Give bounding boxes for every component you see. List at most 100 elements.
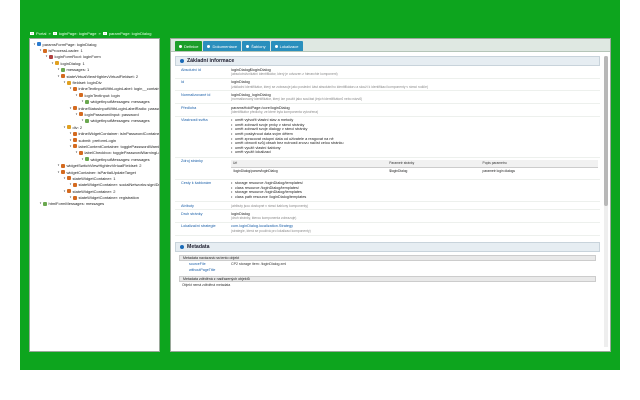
expand-toggle-icon[interactable]: ▾ [75, 112, 78, 116]
tree-node-label: loginFormRoot: loginForm [54, 54, 101, 60]
expand-toggle-icon[interactable]: ▾ [63, 176, 66, 180]
info-row: Id loginDialog (základní identifikátor, kt… [175, 79, 600, 92]
breadcrumb-item[interactable]: paramPage: loginDialog [109, 31, 152, 36]
section-header-basic[interactable]: Základní informace [175, 56, 600, 66]
metadata-key: sourceFile [189, 262, 206, 267]
expand-toggle-icon[interactable]: ▾ [63, 189, 66, 193]
tree-node-label: stateVirtualViewHighlevVirtualFieldset: … [66, 73, 139, 79]
table-header: Popis parametru [480, 160, 598, 168]
tree-node-label: stateWidgetContainer: 2 [72, 188, 116, 194]
tree-node-label: stateWidgetContainer: 1 [72, 175, 116, 181]
component-icon [43, 201, 47, 206]
expand-toggle-icon[interactable]: ▾ [57, 68, 60, 71]
row-behaviour: Vlastnosti světa umět vytvořit vlastní s… [175, 117, 600, 158]
expand-toggle-icon[interactable]: ▾ [81, 119, 84, 122]
expand-toggle-icon[interactable]: ▾ [45, 55, 48, 58]
expand-toggle-icon[interactable]: ▾ [69, 138, 72, 142]
row-label: Druh stránky [181, 211, 203, 216]
expand-toggle-icon[interactable]: ▾ [81, 100, 84, 103]
expand-toggle-icon[interactable]: ▾ [75, 151, 78, 154]
component-icon [61, 74, 65, 79]
tree-node-label: widgetInputMessages: messages [90, 118, 150, 124]
component-icon [79, 93, 83, 98]
collapse-icon[interactable] [180, 244, 184, 249]
tab-bar: Definice Dokumentace Šablony Lokalizace [171, 39, 610, 52]
table-header: Parametr stránky [387, 160, 481, 168]
component-icon [73, 86, 77, 91]
expand-toggle-icon[interactable]: ▾ [75, 93, 78, 97]
scrollbar[interactable] [604, 56, 608, 347]
component-icon [85, 99, 89, 104]
tree-node-label: submit: preformLogin [78, 137, 117, 143]
expand-toggle-icon[interactable]: ▾ [63, 81, 66, 84]
breadcrumb-separator: » [48, 30, 51, 36]
breadcrumb-item[interactable]: Portal [36, 31, 46, 36]
tree-node-label: labelContentContainer: togglePasswordWar… [78, 143, 160, 149]
row-attributes: Atributy (atributy jsou dostupné v rámci… [175, 202, 600, 211]
breadcrumb: Portal» loginPage: loginPage» paramPage: l… [30, 29, 151, 37]
row-label: Lokalizační strategie [181, 224, 216, 229]
expand-toggle-icon[interactable]: ▾ [57, 74, 60, 78]
info-row: Normalizované id loginDialog_loginDialog(… [175, 91, 600, 105]
tree-node-label: fieldset: loginDiv [72, 80, 102, 86]
info-row: Předloha paramsHoldPage:/core/loginDialog… [175, 104, 600, 117]
behaviour-list: umět vytvořit vlastní stav a metodyumět … [229, 117, 600, 157]
tab-dokumentace[interactable]: Dokumentace [203, 41, 242, 51]
component-icon [73, 182, 77, 187]
component-icon [73, 131, 77, 136]
tree-node-label: htmlFormMessages: messages [48, 201, 105, 207]
row-label: Vlastnosti světa [181, 118, 208, 123]
tree-node-label: div: 2 [72, 124, 83, 130]
row-value-cell: loginDialog$loginDialog (absolutní/unikát… [229, 66, 600, 78]
row-hint: (strategie, která se používá pro lokaliz… [231, 228, 311, 233]
tab-definice[interactable]: Definice [175, 41, 203, 51]
row-label: Id [181, 80, 185, 85]
expand-toggle-icon[interactable]: ▾ [39, 49, 42, 52]
component-icon [61, 163, 65, 168]
expand-toggle-icon[interactable]: ▾ [69, 87, 72, 90]
breadcrumb-item[interactable]: loginPage: loginPage [59, 31, 97, 36]
tab-lokalizace[interactable]: Lokalizace [270, 41, 303, 51]
component-icon [55, 61, 59, 66]
row-value-cell: loginDialog_loginDialog (normalizovaný id… [229, 91, 600, 103]
expand-toggle-icon[interactable]: ▾ [81, 157, 84, 161]
expand-toggle-icon[interactable]: ▾ [69, 106, 72, 110]
section-header-metadata[interactable]: Metadata [175, 241, 600, 252]
collapse-icon[interactable] [180, 59, 184, 63]
row-origin: Druh stránky loginDialog (druh stránky, … [175, 210, 600, 223]
tab-label: Šablony [251, 43, 266, 49]
tab-šablony[interactable]: Šablony [242, 41, 270, 51]
tree-node[interactable]: ▾ htmlFormMessages: messages [31, 201, 158, 207]
component-icon [67, 189, 71, 194]
expand-toggle-icon[interactable]: ▾ [57, 170, 60, 174]
component-icon [67, 176, 71, 181]
tree-node-label: inlineWidgetContainer: isInPasswordConta… [78, 131, 160, 137]
breadcrumb-separator: » [98, 30, 101, 36]
expand-toggle-icon[interactable]: ▾ [33, 42, 36, 46]
expand-toggle-icon[interactable]: ▾ [63, 125, 66, 129]
component-tree[interactable]: ▾ paramsFormPage: loginDialog ▾ isProcessLo… [29, 38, 160, 352]
templates-list: storage resource /loginDialog/templates/… [229, 180, 600, 201]
params-table: Url Parametr stránky Popis parametru /logi… [231, 160, 598, 174]
tab-label: Definice [184, 43, 199, 49]
table-cell: /loginDialog/param/loginDialog [233, 168, 278, 173]
table-cell: $loginDialog [389, 168, 408, 173]
expand-toggle-icon[interactable]: ▾ [51, 61, 54, 65]
metadata-own-block: Metadata navázaná na tento objekt source… [179, 254, 596, 273]
expand-toggle-icon[interactable]: ▾ [69, 183, 72, 186]
page-icon [52, 31, 57, 35]
row-label: Cesty k šablonám [181, 181, 212, 186]
row-label: Zdroj stránky [181, 159, 203, 163]
expand-toggle-icon[interactable]: ▾ [69, 132, 72, 135]
expand-toggle-icon[interactable]: ▾ [39, 202, 42, 205]
expand-toggle-icon[interactable]: ▾ [57, 164, 60, 167]
component-icon [49, 54, 53, 59]
component-icon [85, 157, 89, 162]
expand-toggle-icon[interactable]: ▾ [69, 144, 72, 148]
info-row: Absolutní id loginDialog$loginDialog (abso… [175, 66, 600, 79]
scroll-thumb[interactable] [604, 56, 608, 206]
expand-toggle-icon[interactable]: ▾ [69, 196, 72, 199]
detail-content: Základní informace Absolutní id loginDial… [175, 56, 600, 347]
table-cell: parametr login dialogu [482, 168, 516, 173]
template-item: class path resource /loginDialog/templat… [231, 195, 598, 200]
